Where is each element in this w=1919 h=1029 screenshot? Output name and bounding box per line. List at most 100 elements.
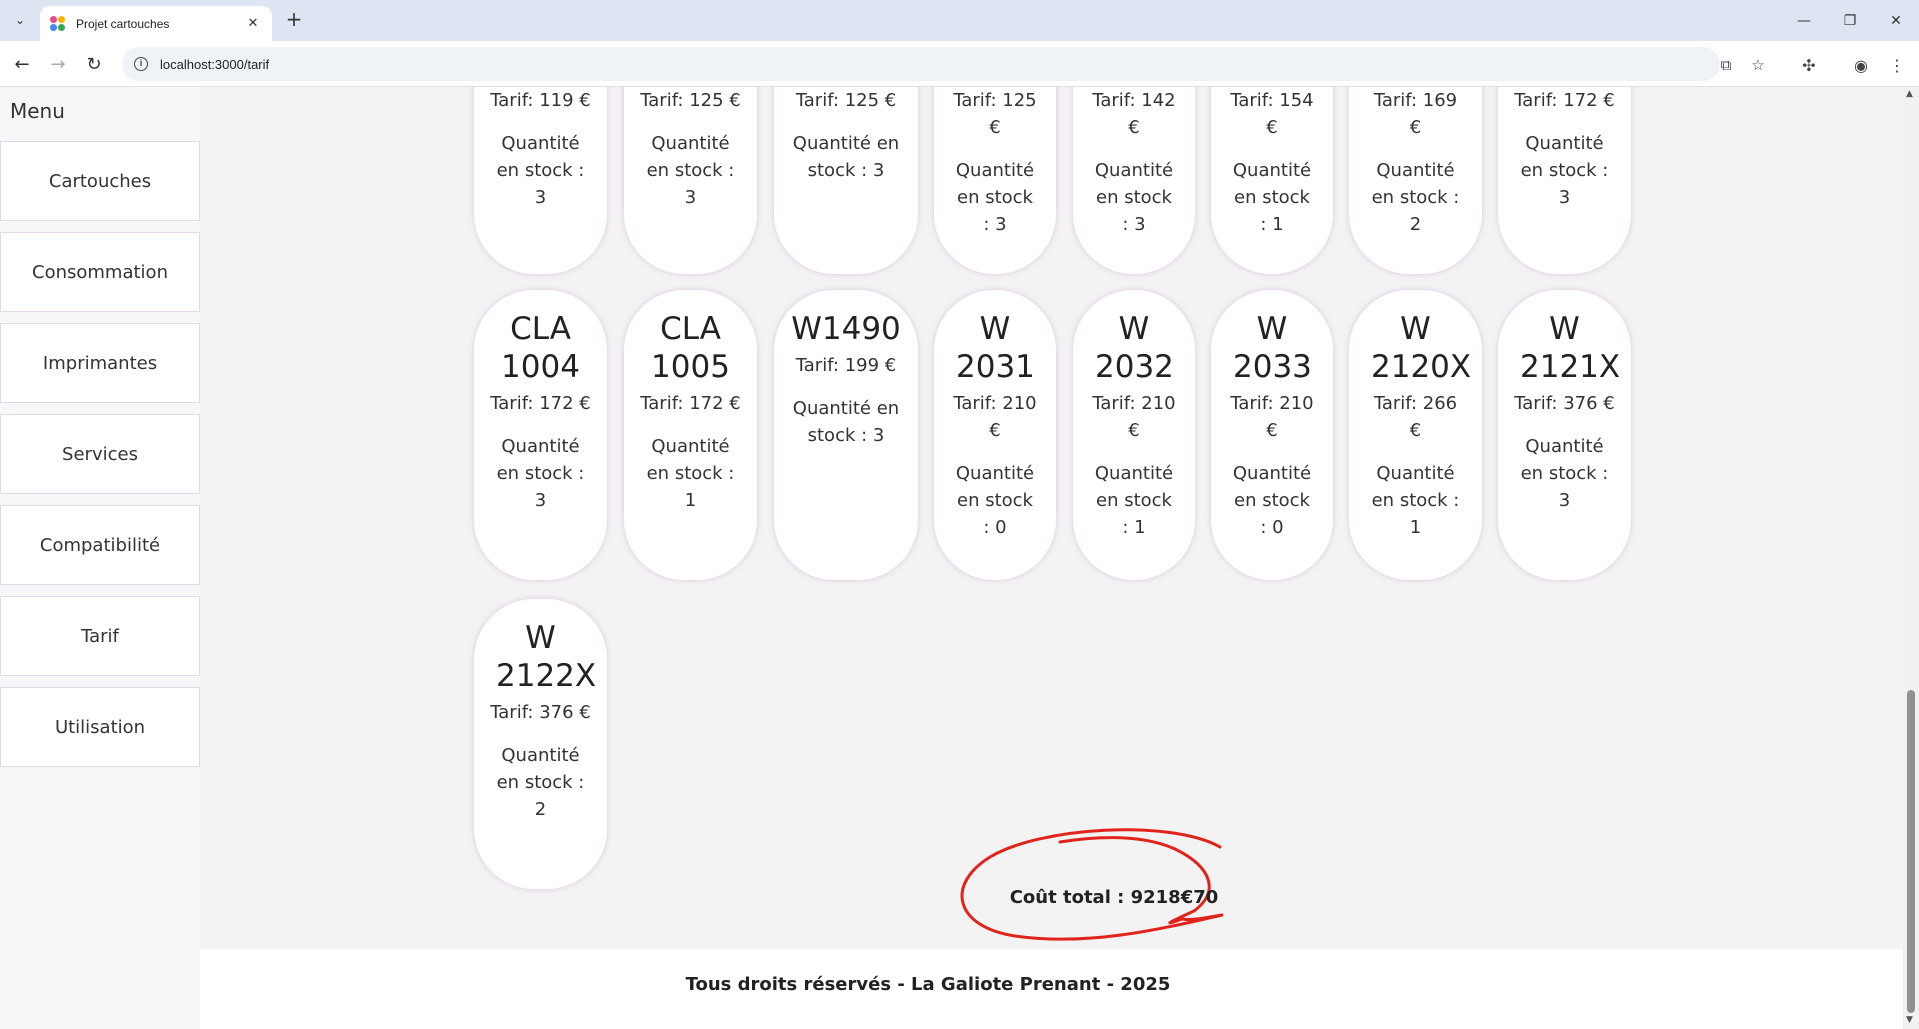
cartridge-card: Tarif: 125 € Quantité en stock : 3: [624, 87, 757, 274]
tab-search-chevron-icon[interactable]: ⌄: [8, 8, 32, 32]
footer-copyright: Tous droits réservés - La Galiote Prenan…: [685, 974, 1171, 995]
cartridge-stock: Quantité en stock : 1: [646, 436, 735, 511]
cartridge-card: CLA 1004 Tarif: 172 € Quantité en stock …: [474, 290, 607, 580]
cartridge-stock: Quantité en stock : 3: [1520, 133, 1609, 208]
install-app-icon[interactable]: ⧉: [1716, 55, 1736, 75]
cartridge-price: Tarif: 169 €: [1373, 90, 1458, 138]
cartridge-code: W1490: [791, 311, 901, 347]
restore-icon[interactable]: ❐: [1827, 0, 1873, 41]
cartridge-card: CLA 1005 Tarif: 172 € Quantité en stock …: [624, 290, 757, 580]
scroll-up-arrow-icon[interactable]: ▲: [1906, 89, 1913, 99]
cartridge-card: Tarif: 125 € Quantité en stock : 3: [774, 87, 918, 274]
page-scrollbar[interactable]: ▲ ▼: [1903, 87, 1919, 1029]
sidebar: Menu Cartouches Consommation Imprimantes…: [0, 87, 200, 1029]
cartridge-price: Tarif: 210 €: [1092, 393, 1176, 441]
cartridge-price: Tarif: 172 €: [1514, 90, 1615, 111]
cartridge-card: Tarif: 119 € Quantité en stock : 3: [474, 87, 607, 274]
cartridge-card: Tarif: 172 € Quantité en stock : 3: [1498, 87, 1631, 274]
cartridge-price: Tarif: 125 €: [640, 90, 741, 111]
browser-tab-bar: ⌄ Projet cartouches ✕ + — ❐ ✕: [0, 0, 1919, 41]
reload-icon[interactable]: ↻: [80, 50, 108, 78]
cartridge-price: Tarif: 376 €: [490, 702, 591, 723]
red-circle-annotation: [960, 828, 1224, 941]
tab-close-icon[interactable]: ✕: [244, 16, 262, 31]
cartridge-stock: Quantité en stock : 1: [1232, 160, 1312, 235]
cartridge-price: Tarif: 172 €: [640, 393, 741, 414]
cartridge-stock: Quantité en stock : 0: [955, 463, 1035, 538]
cartridge-code: CLA 1005: [651, 311, 730, 385]
cartridge-price: Tarif: 210 €: [1230, 393, 1314, 441]
cartridge-card: Tarif: 154 € Quantité en stock : 1: [1211, 87, 1333, 274]
cartridge-card: Tarif: 169 € Quantité en stock : 2: [1349, 87, 1482, 274]
cartridge-stock: Quantité en stock : 0: [1232, 463, 1312, 538]
cartridge-stock: Quantité en stock : 3: [955, 160, 1035, 235]
cartridge-stock: Quantité en stock : 3: [792, 133, 900, 181]
cartridge-card: Tarif: 142 € Quantité en stock : 3: [1073, 87, 1195, 274]
cartridge-stock: Quantité en stock : 1: [1371, 463, 1460, 538]
browser-toolbar: ← → ↻ i localhost:3000/tarif ⧉ ☆ ✣ ◉ ⋮: [0, 41, 1919, 87]
cartridge-stock: Quantité en stock : 1: [1094, 463, 1174, 538]
profile-avatar-icon[interactable]: ◉: [1849, 53, 1873, 77]
cartridge-stock: Quantité en stock : 3: [496, 436, 585, 511]
browser-tab-active[interactable]: Projet cartouches ✕: [40, 6, 272, 41]
forward-arrow-icon[interactable]: →: [44, 50, 72, 78]
cartridge-card: W1490 Tarif: 199 € Quantité en stock : 3: [774, 290, 918, 580]
cartridge-price: Tarif: 154 €: [1230, 90, 1314, 138]
new-tab-plus-icon[interactable]: +: [282, 8, 306, 32]
bookmark-star-icon[interactable]: ☆: [1748, 55, 1768, 75]
cartridge-stock: Quantité en stock : 3: [496, 133, 585, 208]
site-info-icon[interactable]: i: [134, 57, 148, 71]
cartridge-card: W 2122X Tarif: 376 € Quantité en stock :…: [474, 599, 607, 889]
extensions-puzzle-icon[interactable]: ✣: [1797, 53, 1821, 77]
cartridge-price: Tarif: 125 €: [795, 90, 897, 111]
cartridge-card: W 2033 Tarif: 210 € Quantité en stock : …: [1211, 290, 1333, 580]
cartridge-stock: Quantité en stock : 2: [496, 745, 585, 820]
cartridge-code: W 2031: [956, 311, 1035, 385]
minimize-icon[interactable]: —: [1781, 0, 1827, 41]
cartridge-price: Tarif: 210 €: [953, 393, 1037, 441]
sidebar-item-utilisation[interactable]: Utilisation: [0, 687, 200, 767]
cartridge-code: W 2122X: [496, 620, 597, 694]
url-text[interactable]: localhost:3000/tarif: [160, 57, 269, 72]
cartridge-price: Tarif: 172 €: [490, 393, 591, 414]
sidebar-item-imprimantes[interactable]: Imprimantes: [0, 323, 200, 403]
sidebar-item-services[interactable]: Services: [0, 414, 200, 494]
cartridge-stock: Quantité en stock : 3: [1520, 436, 1609, 511]
cartridge-card: W 2032 Tarif: 210 € Quantité en stock : …: [1073, 290, 1195, 580]
back-arrow-icon[interactable]: ←: [8, 50, 36, 78]
total-cost: Coût total : 9218€70: [1009, 887, 1219, 908]
tab-title: Projet cartouches: [76, 16, 170, 31]
cartridge-code: W 2121X: [1520, 311, 1621, 385]
cartridge-stock: Quantité en stock : 3: [1094, 160, 1174, 235]
cartridge-card: W 2031 Tarif: 210 € Quantité en stock : …: [934, 290, 1056, 580]
cartridge-code: W 2120X: [1371, 311, 1472, 385]
cartridge-card: W 2121X Tarif: 376 € Quantité en stock :…: [1498, 290, 1631, 580]
cartridge-code: W 2033: [1233, 311, 1312, 385]
cartridge-price: Tarif: 266 €: [1373, 393, 1458, 441]
address-bar[interactable]: i localhost:3000/tarif ⧉ ☆: [122, 47, 1765, 81]
cartridge-price: Tarif: 142 €: [1092, 90, 1176, 138]
tarif-grid: Tarif: 119 € Quantité en stock : 3 Tarif…: [200, 87, 1903, 949]
cartridge-price: Tarif: 125 €: [953, 90, 1037, 138]
cartridge-card: W 2120X Tarif: 266 € Quantité en stock :…: [1349, 290, 1482, 580]
sidebar-item-compatibilite[interactable]: Compatibilité: [0, 505, 200, 585]
scroll-down-arrow-icon[interactable]: ▼: [1906, 1015, 1913, 1025]
sidebar-item-tarif[interactable]: Tarif: [0, 596, 200, 676]
menu-title: Menu: [10, 99, 65, 123]
cartridge-card: Tarif: 125 € Quantité en stock : 3: [934, 87, 1056, 274]
cartridge-stock: Quantité en stock : 2: [1371, 160, 1460, 235]
window-close-icon[interactable]: ✕: [1873, 0, 1919, 41]
scrollbar-thumb[interactable]: [1907, 690, 1915, 1013]
favicon-icon: [50, 15, 66, 32]
footer: Tous droits réservés - La Galiote Prenan…: [200, 949, 1903, 1029]
cartridge-stock: Quantité en stock : 3: [792, 398, 900, 446]
cartridge-code: W 2032: [1095, 311, 1174, 385]
cartridge-price: Tarif: 199 €: [795, 355, 897, 376]
sidebar-item-cartouches[interactable]: Cartouches: [0, 141, 200, 221]
more-menu-icon[interactable]: ⋮: [1885, 53, 1909, 77]
cartridge-price: Tarif: 376 €: [1514, 393, 1615, 414]
sidebar-item-consommation[interactable]: Consommation: [0, 232, 200, 312]
cartridge-stock: Quantité en stock : 3: [646, 133, 735, 208]
cartridge-code: CLA 1004: [501, 311, 580, 385]
cartridge-price: Tarif: 119 €: [490, 90, 591, 111]
